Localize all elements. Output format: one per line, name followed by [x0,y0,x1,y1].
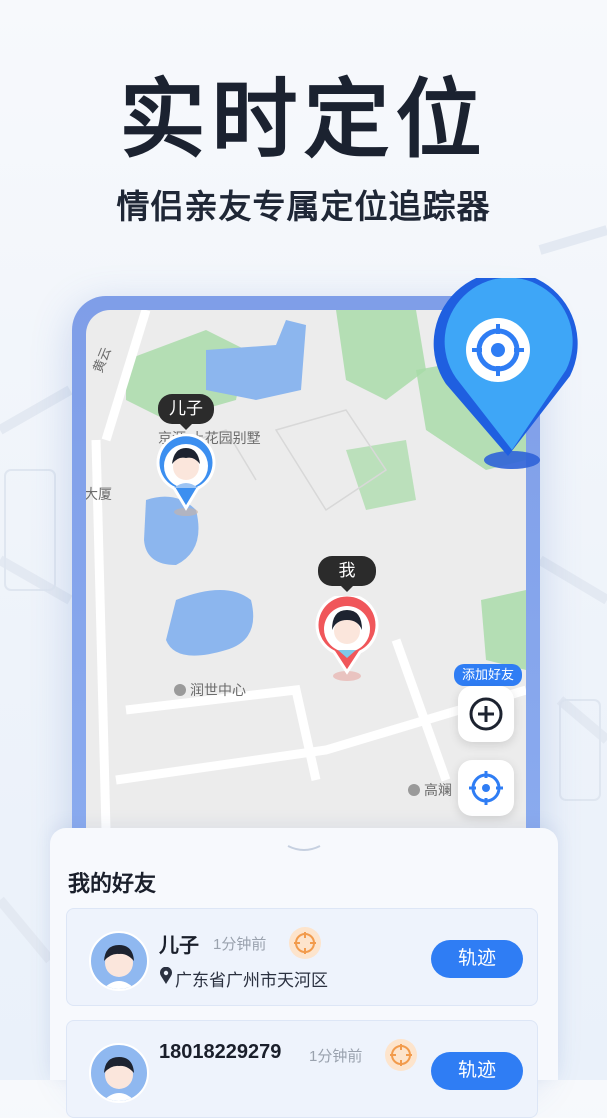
friends-title: 我的好友 [68,871,157,896]
avatar [89,931,149,991]
crosshair-icon [469,771,503,805]
add-friend-tag[interactable]: 添加好友 [454,664,522,686]
track-button[interactable]: 轨迹 [431,940,523,978]
place-label: 润世中心 [174,680,246,700]
avatar [89,1043,149,1103]
friend-update-time: 1分钟前 [213,936,267,953]
me-location-pin[interactable] [314,596,380,684]
subtitle: 情侣亲友专属定位追踪器 [116,188,491,225]
pin-label-me: 我 [318,556,376,592]
friend-card[interactable]: 儿子 1分钟前 广东省广州市天河区 轨迹 [66,908,538,1006]
friend-name: 18018229279 [159,1041,282,1063]
crosshair-pin-icon [433,278,578,469]
friend-address: 广东省广州市天河区 [175,971,328,990]
pin-label-son: 儿子 [158,394,214,430]
sheet-handle[interactable] [284,842,324,854]
place-label: 高斓 [408,780,452,800]
friend-card[interactable]: 18018229279 1分钟前 轨迹 [66,1020,538,1118]
gps-icon [385,1039,417,1071]
location-pin-icon [160,967,172,984]
add-friend-button[interactable] [458,686,514,742]
headline: 实时定位 [119,72,488,168]
friend-name: 儿子 [159,935,199,957]
gps-icon [289,927,321,959]
locate-button[interactable] [458,760,514,816]
place-pin-icon [408,784,420,796]
place-pin-icon [174,684,186,696]
friends-sheet: 我的好友 儿子 1分钟前 广东省广州市天河区 轨迹 18018229279 1分… [50,828,558,1118]
friend-update-time: 1分钟前 [309,1048,363,1065]
place-label: 大厦 [86,486,112,502]
track-button[interactable]: 轨迹 [431,1052,523,1090]
plus-circle-icon [469,697,503,731]
son-location-pin[interactable] [154,434,218,518]
